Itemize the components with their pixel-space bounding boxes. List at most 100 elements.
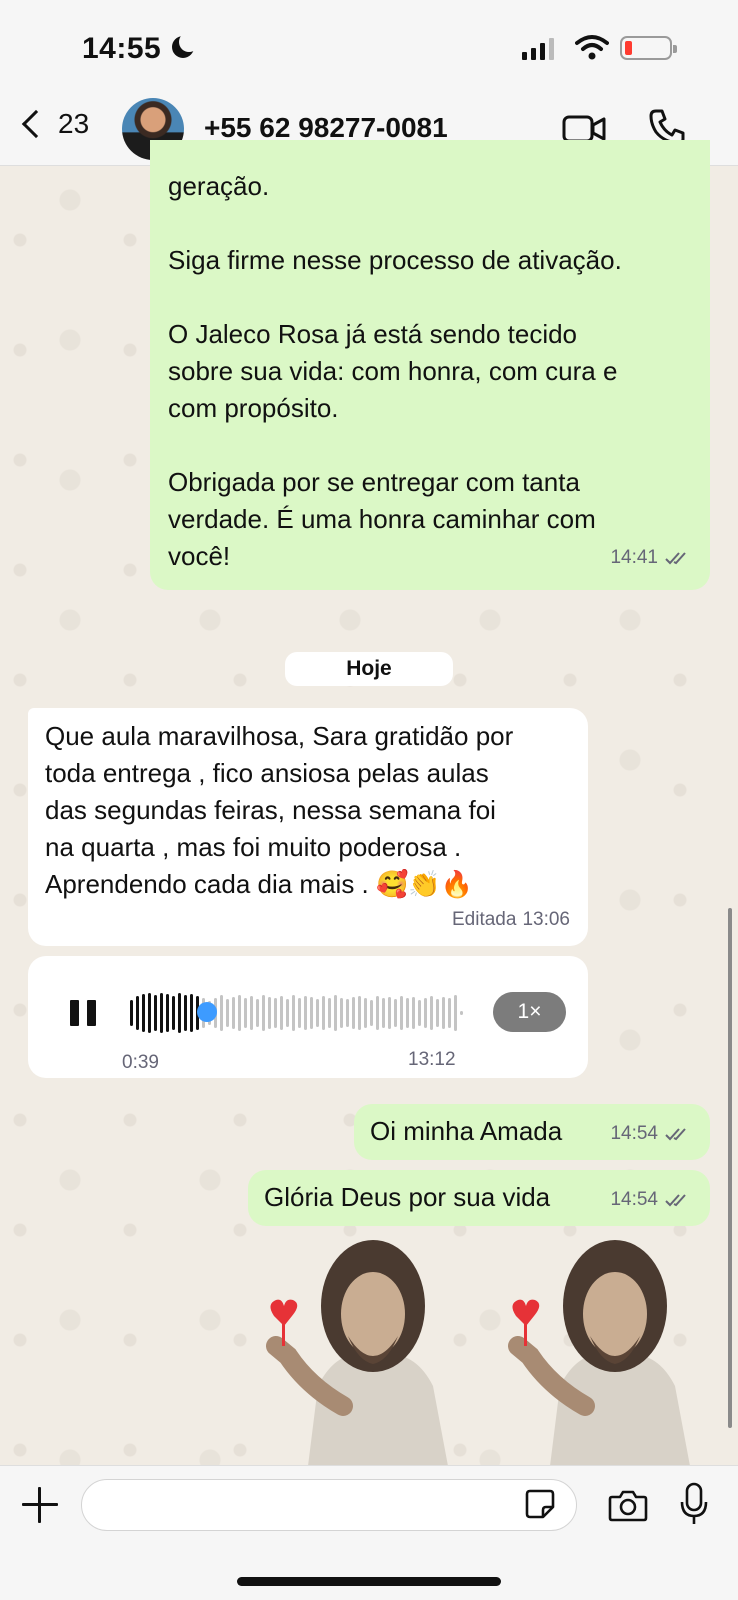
waveform-bar xyxy=(166,994,169,1032)
waveform-bar xyxy=(310,997,313,1029)
waveform-bar xyxy=(340,998,343,1028)
waveform-bar xyxy=(130,1000,133,1026)
message-line: Siga firme nesse processo de ativação. xyxy=(168,245,622,275)
back-button[interactable]: 23 xyxy=(18,108,89,140)
pause-icon[interactable] xyxy=(70,1000,96,1026)
waveform-bar xyxy=(220,995,223,1031)
waveform-bar xyxy=(400,996,403,1030)
waveform-bar xyxy=(364,998,367,1028)
waveform-bar xyxy=(412,997,415,1029)
jesus-heart-sticker[interactable] xyxy=(248,1236,458,1466)
message-line: geração. xyxy=(168,171,270,201)
waveform-bar xyxy=(382,998,385,1028)
message-line xyxy=(168,279,698,316)
waveform-bar xyxy=(442,997,445,1029)
waveform-bar xyxy=(334,995,337,1031)
read-receipt-icon xyxy=(665,1193,686,1206)
waveform-bar xyxy=(238,995,241,1031)
waveform-bar xyxy=(136,996,139,1030)
waveform-bar xyxy=(226,999,229,1027)
message-input[interactable] xyxy=(81,1479,577,1531)
waveform-bar xyxy=(346,999,349,1027)
waveform-bar xyxy=(388,997,391,1029)
waveform-bar xyxy=(352,997,355,1029)
message-line: das segundas feiras, nessa semana foi xyxy=(45,795,496,825)
waveform-bar xyxy=(436,999,439,1027)
message-line: na quarta , mas foi muito poderosa . xyxy=(45,832,462,862)
waveform-bar xyxy=(190,994,193,1032)
message-line: Obrigada por se entregar com tanta xyxy=(168,467,580,497)
waveform-bar xyxy=(454,995,457,1031)
message-line: Que aula maravilhosa, Sara gratidão por xyxy=(45,721,514,751)
audio-elapsed: 0:39 xyxy=(122,1052,159,1073)
message-meta: Editada 13:06 xyxy=(452,901,570,938)
waveform-bar xyxy=(250,996,253,1030)
chevron-left-icon xyxy=(21,109,51,139)
jesus-heart-sticker[interactable] xyxy=(490,1236,700,1466)
wifi-icon xyxy=(575,35,609,60)
unread-count: 23 xyxy=(58,108,90,139)
edited-label: Editada xyxy=(452,909,517,930)
message-meta: 14:54 xyxy=(610,1181,692,1218)
message-time: 13:06 xyxy=(522,909,570,930)
sticker-icon[interactable] xyxy=(524,1488,556,1520)
message-meta: 14:41 xyxy=(610,539,692,576)
waveform-bar xyxy=(460,1011,463,1015)
waveform-bar xyxy=(148,993,151,1033)
waveform-bar xyxy=(160,993,163,1033)
camera-icon[interactable] xyxy=(608,1488,648,1522)
message-line: sobre sua vida: com honra, com cura e xyxy=(168,356,618,386)
waveform-bar xyxy=(298,998,301,1028)
audio-scrubber-handle[interactable] xyxy=(197,1002,217,1022)
microphone-icon[interactable] xyxy=(680,1482,708,1526)
waveform-bar xyxy=(142,994,145,1032)
attach-plus-icon[interactable] xyxy=(22,1487,58,1523)
waveform-bar xyxy=(172,996,175,1030)
waveform-bar xyxy=(154,995,157,1031)
waveform-bar xyxy=(286,999,289,1027)
outgoing-message-bubble[interactable]: Oi minha Amada 14:54 xyxy=(354,1104,710,1160)
message-time: 13:12 xyxy=(408,1049,456,1070)
home-indicator xyxy=(237,1577,501,1586)
message-line: verdade. É uma honra caminhar com xyxy=(168,504,596,534)
waveform-bar xyxy=(244,998,247,1028)
cellular-signal-icon xyxy=(522,38,554,60)
outgoing-message-bubble[interactable]: geração. Siga firme nesse processo de ati… xyxy=(150,140,710,590)
scrollbar[interactable] xyxy=(728,908,732,1428)
message-time: 14:54 xyxy=(610,1189,658,1210)
message-line: toda entrega , fico ansiosa pelas aulas xyxy=(45,758,489,788)
message-text: geração. Siga firme nesse processo de ati… xyxy=(168,168,698,575)
waveform-bar xyxy=(418,1000,421,1026)
waveform-bar xyxy=(448,998,451,1028)
waveform-bar xyxy=(394,999,397,1027)
battery-icon xyxy=(620,36,677,60)
waveform-bar xyxy=(316,999,319,1027)
waveform-bar xyxy=(280,996,283,1030)
playback-speed-button[interactable]: 1× xyxy=(493,992,566,1032)
waveform-bar xyxy=(304,996,307,1030)
waveform-bar xyxy=(370,1000,373,1026)
message-line: O Jaleco Rosa já está sendo tecido xyxy=(168,319,578,349)
message-line xyxy=(168,427,698,464)
status-bar: 14:55 xyxy=(0,0,738,90)
waveform-bar xyxy=(232,997,235,1029)
waveform-bar xyxy=(322,996,325,1030)
message-text: Glória Deus por sua vida xyxy=(264,1182,551,1212)
waveform-bar xyxy=(178,993,181,1033)
message-text: Oi minha Amada xyxy=(370,1116,563,1146)
message-time: 14:41 xyxy=(610,547,658,568)
waveform-bar xyxy=(256,999,259,1027)
waveform-bar xyxy=(184,995,187,1031)
waveform-bar xyxy=(274,998,277,1028)
message-line: com propósito. xyxy=(168,393,339,423)
message-text: Que aula maravilhosa, Sara gratidão por t… xyxy=(45,718,580,903)
waveform-bar xyxy=(424,998,427,1028)
waveform-bar xyxy=(430,996,433,1030)
message-time: 14:54 xyxy=(610,1123,658,1144)
outgoing-message-bubble[interactable]: Glória Deus por sua vida 14:54 xyxy=(248,1170,710,1226)
audio-waveform[interactable] xyxy=(130,992,463,1034)
read-receipt-icon xyxy=(665,1127,686,1140)
incoming-message-bubble[interactable]: Que aula maravilhosa, Sara gratidão por t… xyxy=(28,708,588,946)
waveform-bar xyxy=(328,998,331,1028)
waveform-bar xyxy=(262,995,265,1031)
